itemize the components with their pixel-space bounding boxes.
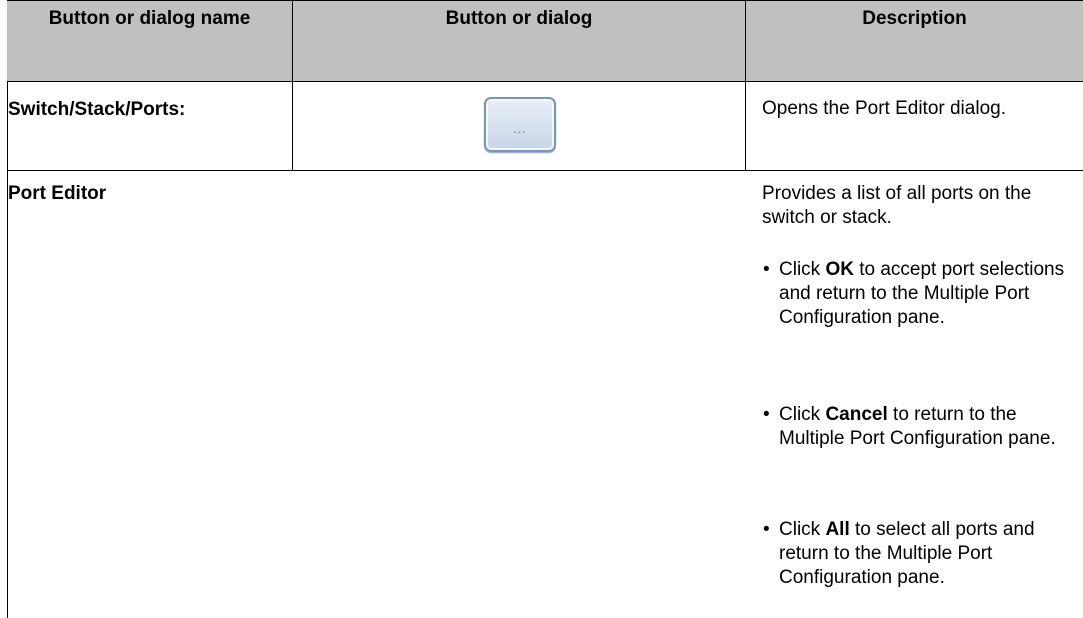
row1-name: Switch/Stack/Ports: [8, 99, 186, 120]
header-button-or-dialog: Button or dialog [293, 0, 745, 82]
header-divider [292, 0, 293, 82]
bullet-icon: • [763, 404, 770, 425]
table-left-border [7, 82, 8, 618]
header-divider [745, 0, 746, 82]
row-separator [7, 170, 1083, 171]
row2-name: Port Editor [8, 183, 107, 204]
bullet-icon: • [763, 259, 770, 280]
row2-description: Provides a list of all ports on the swit… [762, 183, 1032, 228]
port-editor-open-button[interactable]: ... [484, 97, 556, 152]
bullet-ok: • Click OK to accept port selections and… [763, 259, 1065, 328]
doc-table: Button or dialog name Button or dialog D… [0, 0, 1083, 618]
header-description: Description [746, 0, 1083, 82]
row1-description: Opens the Port Editor dialog. [762, 98, 1006, 119]
row1-divider-left [292, 82, 293, 170]
bullet-all: • Click All to select all ports and retu… [763, 519, 1035, 588]
header-button-or-dialog-name: Button or dialog name [7, 0, 292, 82]
bullet-icon: • [763, 519, 770, 540]
ellipsis-icon: ... [513, 121, 527, 136]
bullet-cancel: • Click Cancel to return to the Multiple… [763, 404, 1056, 449]
row1-divider-right [745, 82, 746, 170]
